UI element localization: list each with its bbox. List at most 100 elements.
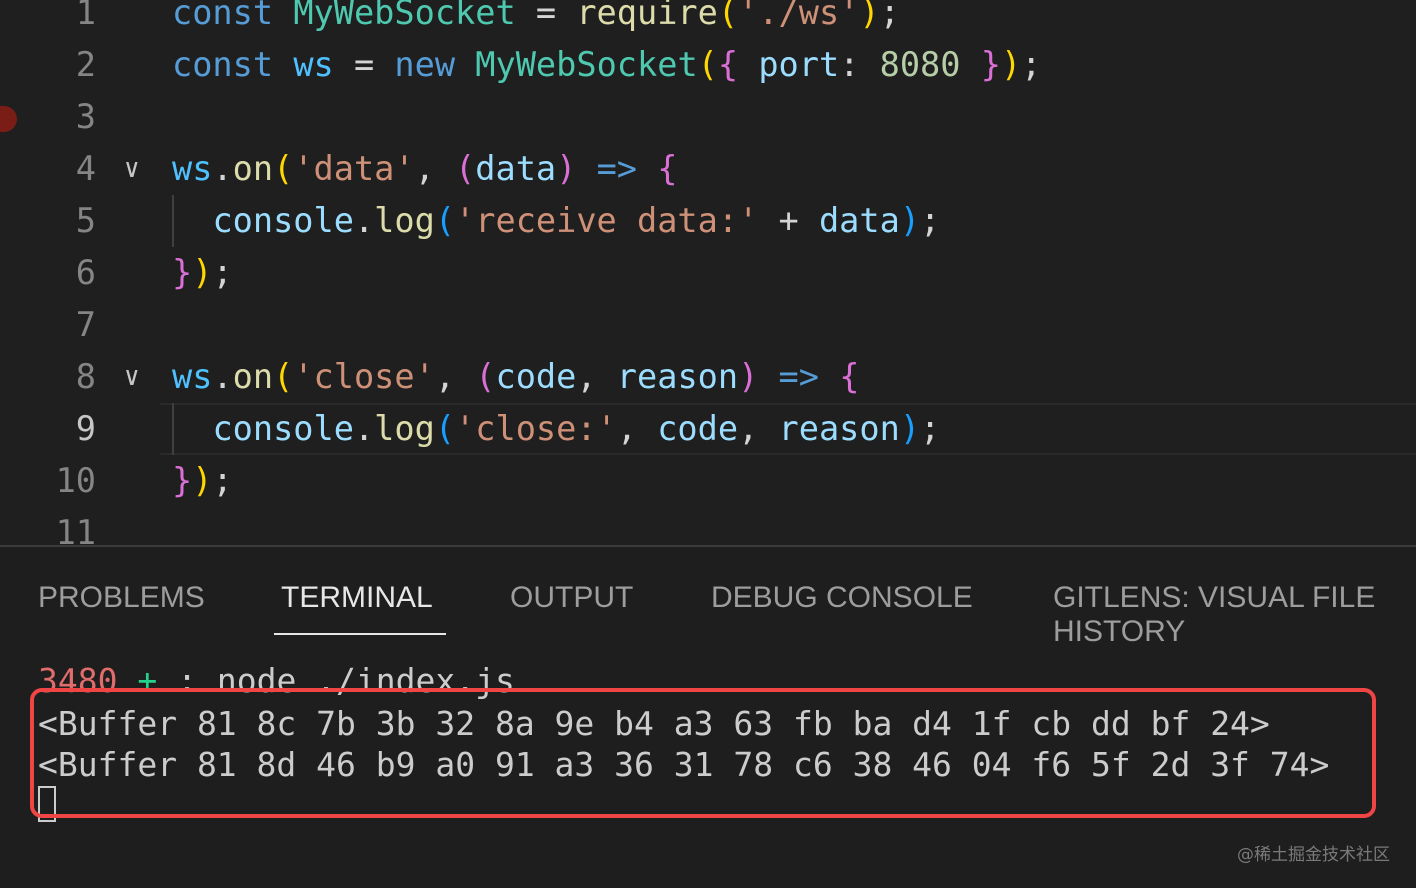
code-token: './ws' [738,0,860,32]
code-token: = [515,0,577,32]
code-token: on [232,149,274,188]
code-token: ) [192,253,213,292]
code-token: port [758,45,840,84]
code-token: ; [212,253,233,292]
code-token: . [353,201,375,240]
code-text: ws.on('data', (data) => { [172,143,677,195]
code-token: ) [859,0,880,32]
code-token: => [596,149,638,188]
code-token: } [172,253,193,292]
code-token: 'receive data:' [455,201,759,240]
code-line[interactable]: 11 [0,507,1416,545]
tab-debug-console[interactable]: DEBUG CONSOLE [711,581,973,615]
code-token: ( [273,149,294,188]
code-token: ) [1000,45,1022,84]
code-token: reason [778,409,900,448]
code-token: log [374,409,435,448]
code-token: const [172,45,274,84]
code-token: console [212,201,354,240]
code-token: ; [1021,45,1042,84]
code-token: ) [192,461,213,500]
code-editor[interactable]: 1 const MyWebSocket = require('./ws'); 2 co… [0,0,1416,545]
code-line[interactable]: 4 ∨ ws.on('data', (data) => { [0,143,1416,195]
tab-output[interactable]: OUTPUT [510,581,633,615]
code-token: , [616,409,658,448]
code-token: ws [293,45,334,84]
line-number: 9 [75,409,96,448]
code-text: }); [172,455,233,507]
code-token: . [212,149,233,188]
code-token: ( [455,149,476,188]
code-token: ( [475,357,496,396]
code-line[interactable]: 7 [0,299,1416,351]
code-token: require [576,0,718,32]
fold-chevron-icon[interactable]: ∨ [124,143,140,195]
watermark: @稀土掘金技术社区 [1237,845,1390,865]
code-token: : [839,45,880,84]
code-token: ) [899,201,921,240]
code-token: MyWebSocket [475,45,698,84]
code-token: reason [616,357,739,396]
code-token: + [758,201,819,240]
code-token: ( [434,201,456,240]
code-text: console.log('receive data:' + data); [172,195,940,247]
code-token: console [212,409,354,448]
code-token: data [818,201,900,240]
code-token: 'close:' [455,409,617,448]
code-token: log [374,201,435,240]
code-token: . [212,357,233,396]
code-token: } [980,45,1001,84]
code-token: 8080 [879,45,961,84]
code-token: ( [717,0,739,32]
code-line[interactable]: 9 console.log('close:', code, reason); [0,403,1416,455]
tab-gitlens-visual-file-history[interactable]: GITLENS: VISUAL FILE HISTORY [1053,581,1416,649]
code-token: => [778,357,819,396]
line-number: 5 [75,201,96,240]
code-token: data [475,149,557,188]
code-line[interactable]: 3 [0,91,1416,143]
code-token: ws [172,357,213,396]
code-line[interactable]: 5 console.log('receive data:' + data); [0,195,1416,247]
code-line[interactable]: 1 const MyWebSocket = require('./ws'); [0,0,1416,39]
code-line[interactable]: 10}); [0,455,1416,507]
code-token: ; [212,461,233,500]
line-number: 8 [75,357,96,396]
code-token: ) [899,409,921,448]
code-text: console.log('close:', code, reason); [172,403,940,455]
code-token: { [839,357,860,396]
code-token: ) [738,357,759,396]
code-token: on [232,357,274,396]
code-token: { [717,45,739,84]
tab-terminal[interactable]: TERMINAL [281,581,433,615]
code-token: , [414,149,456,188]
tab-problems[interactable]: PROBLEMS [38,581,205,615]
code-line[interactable]: 6}); [0,247,1416,299]
line-number: 3 [75,97,96,136]
code-token: . [353,409,375,448]
code-token: code [495,357,577,396]
code-token: , [738,409,779,448]
line-number: 2 [75,45,96,84]
fold-chevron-icon[interactable]: ∨ [124,351,140,403]
highlight-box [30,688,1376,818]
line-number: 6 [75,253,96,292]
line-number: 10 [55,461,96,500]
code-token: new [394,45,456,84]
code-text: }); [172,247,233,299]
code-line[interactable]: 2 const ws = new MyWebSocket({ port: 8080… [0,39,1416,91]
line-number: 1 [75,0,96,32]
line-number: 7 [75,305,96,344]
code-token: code [657,409,739,448]
code-token: const [172,0,274,32]
code-token: ; [920,201,941,240]
code-line[interactable]: 8 ∨ ws.on('close', (code, reason) => { [0,351,1416,403]
code-token: { [657,149,678,188]
code-token: 'data' [293,149,415,188]
